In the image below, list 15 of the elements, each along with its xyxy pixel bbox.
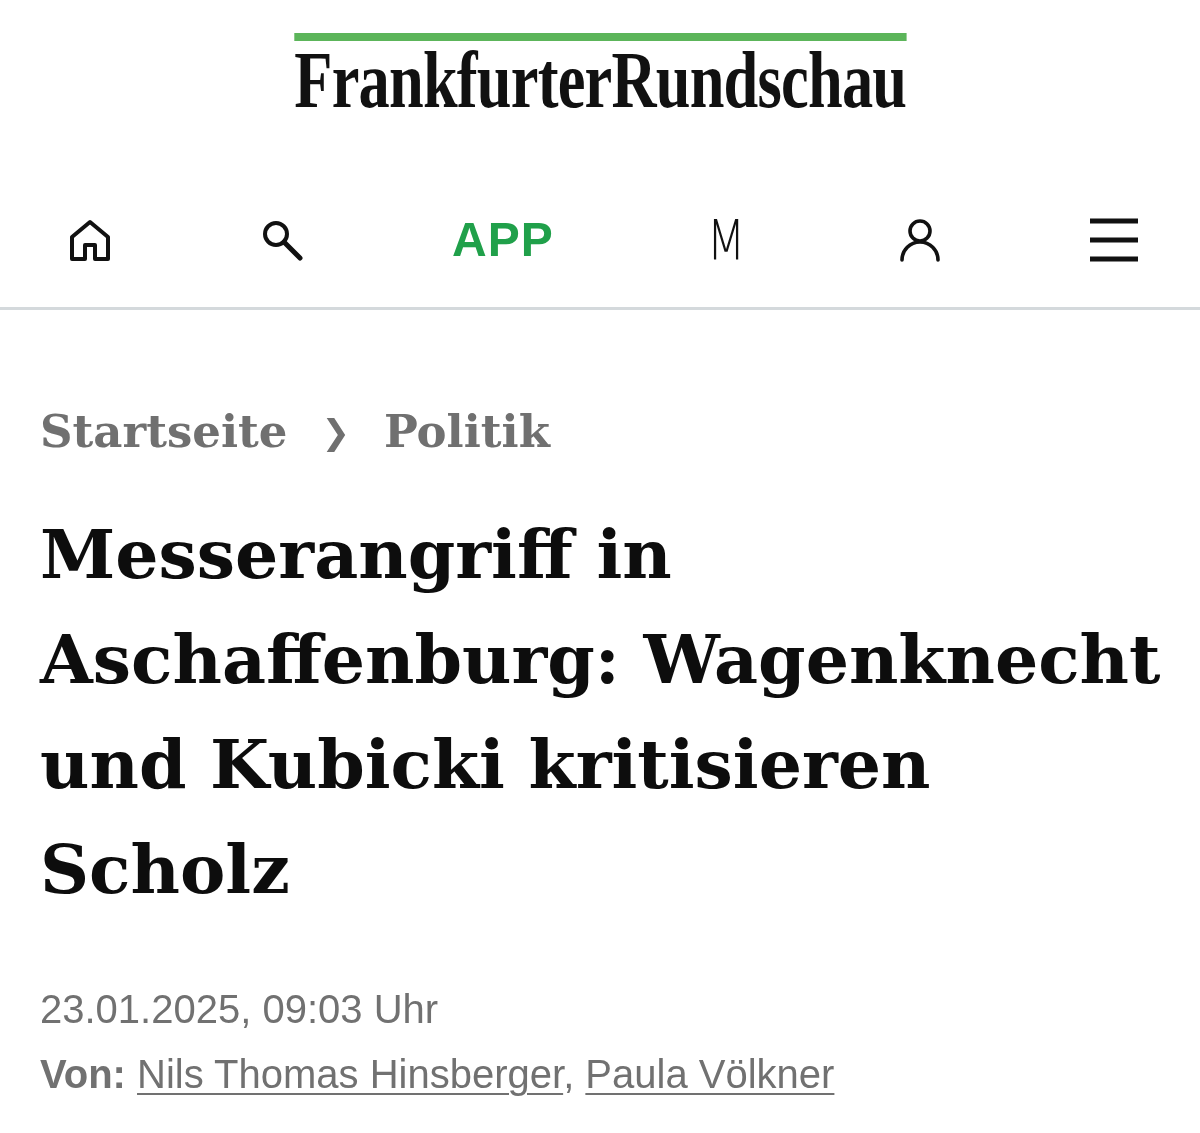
site-logo[interactable]: FrankfurterRundschau: [294, 33, 906, 117]
home-icon[interactable]: [68, 218, 112, 262]
byline: Von: Nils Thomas Hinsberger, Paula Völkner: [40, 1051, 835, 1098]
menu-icon[interactable]: [1089, 218, 1138, 262]
user-icon[interactable]: [897, 218, 942, 262]
search-icon[interactable]: [260, 218, 304, 262]
breadcrumb-separator: ❯: [321, 411, 350, 454]
author-link[interactable]: Nils Thomas Hinsberger: [137, 1052, 564, 1096]
breadcrumb-link[interactable]: Politik: [383, 402, 550, 462]
app-link[interactable]: APP: [451, 218, 554, 262]
author-link[interactable]: Paula Völkner: [585, 1052, 835, 1096]
m-link[interactable]: M: [706, 218, 746, 262]
breadcrumb-link[interactable]: Startseite: [40, 402, 288, 462]
article-headline: Messerangriff in Aschaffenburg: Wagenknecht und Kubicki kritisieren Scholz: [40, 513, 1162, 911]
publish-date: 23.01.2025, 09:03 Uhr: [40, 986, 439, 1033]
